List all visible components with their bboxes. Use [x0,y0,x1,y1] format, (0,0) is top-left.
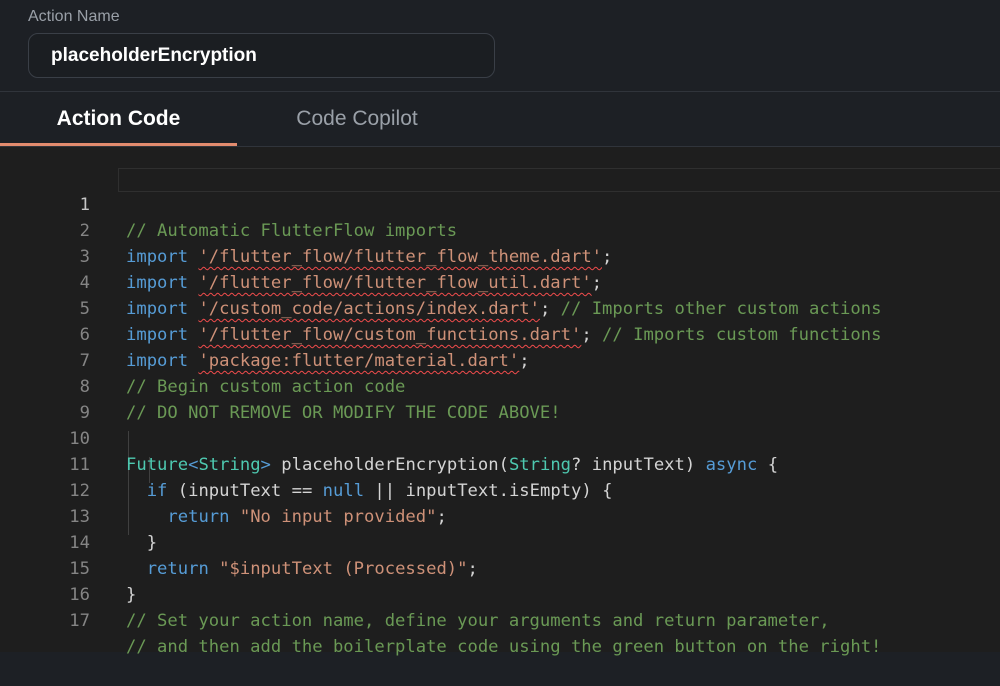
code-line: 11 if (inputText == null || inputText.is… [0,426,1000,501]
tab-bar: Action Code Code Copilot [0,91,1000,147]
code-line: 8 // DO NOT REMOVE OR MODIFY THE CODE AB… [0,348,1000,423]
code-line: 2 import '/flutter_flow/flutter_flow_the… [0,192,1000,267]
code-comment: // Set your action name, define your arg… [126,611,830,631]
code-line: 16 // Set your action name, define your … [0,556,1000,631]
tab-code-copilot[interactable]: Code Copilot [262,92,452,146]
code-line: 10 Future<String> placeholderEncryption(… [0,400,1000,475]
action-name-label: Action Name [28,8,120,25]
code-line: 12 return "No input provided"; [0,452,1000,527]
code-line: 17 // and then add the boilerplate code … [0,582,1000,657]
code-line: 13 } [0,478,1000,553]
code-line: 7 // Begin custom action code [0,322,1000,397]
action-name-section: Action Name [0,0,1000,91]
code-editor[interactable]: 1 // Automatic FlutterFlow imports 2 imp… [0,147,1000,657]
code-line: 3 import '/flutter_flow/flutter_flow_uti… [0,218,1000,293]
code-line: 9 [0,374,1000,423]
action-name-input[interactable] [28,33,495,78]
code-line: 15 } [0,530,1000,605]
code-line: 1 // Automatic FlutterFlow imports [0,166,1000,241]
code-line: 4 import '/custom_code/actions/index.dar… [0,244,1000,319]
line-number: 17 [69,611,90,631]
code-line: 6 import 'package:flutter/material.dart'… [0,296,1000,371]
code-line: 5 import '/flutter_flow/custom_functions… [0,270,1000,345]
code-line: 14 return "$inputText (Processed)"; [0,504,1000,579]
tab-action-code[interactable]: Action Code [0,92,237,146]
code-comment: // and then add the boilerplate code usi… [126,637,882,657]
